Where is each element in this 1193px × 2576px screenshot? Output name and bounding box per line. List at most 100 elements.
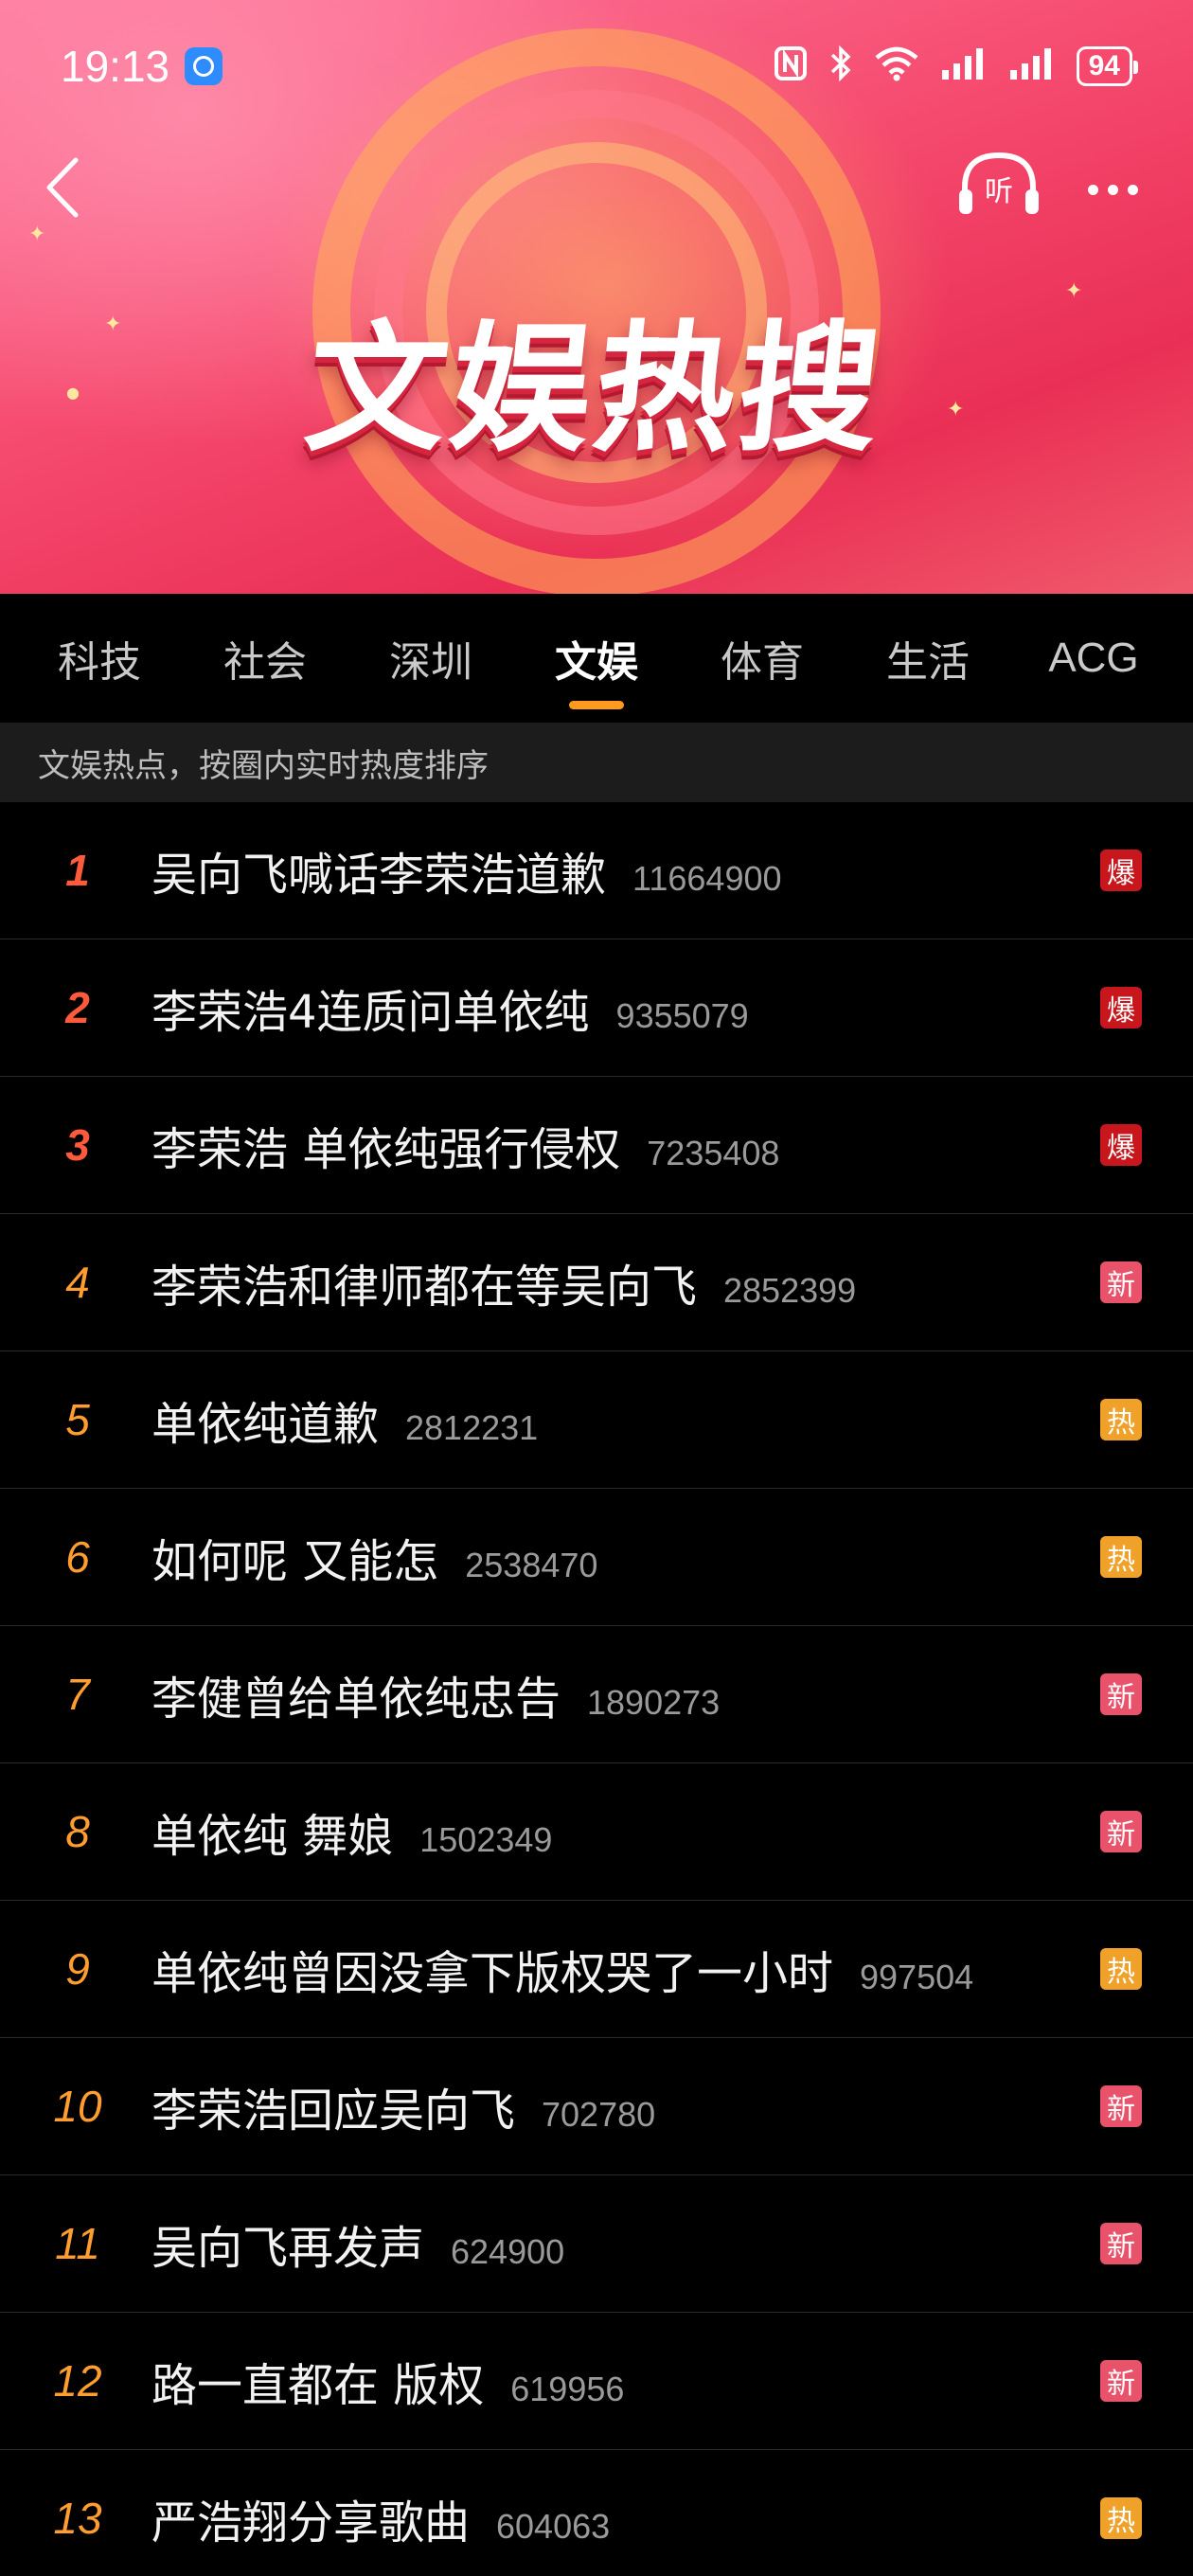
item-title: 吴向飞再发声	[151, 2222, 425, 2275]
tab-label: 科技	[58, 638, 141, 687]
item-title: 李荣浩和律师都在等吴向飞	[151, 1261, 698, 1314]
status-badge: 热	[1100, 1399, 1142, 1440]
tab-label: 文娱	[555, 638, 638, 687]
rank-number: 11	[55, 2219, 100, 2268]
item-text: 路一直都在 版权 619956	[151, 2348, 624, 2414]
status-badge: 爆	[1100, 987, 1142, 1029]
rank-number: 9	[65, 1944, 90, 1994]
item-text: 如何呢 又能怎 2538470	[151, 1524, 597, 1590]
rank-number: 13	[53, 2494, 102, 2543]
list-item[interactable]: 12 路一直都在 版权 619956 新	[0, 2313, 1193, 2450]
list-item[interactable]: 7 李健曾给单依纯忠告 1890273 新	[0, 1626, 1193, 1763]
item-text: 单依纯曾因没拿下版权哭了一小时 997504	[151, 1936, 973, 2002]
bluetooth-icon	[828, 45, 853, 88]
back-button[interactable]	[34, 152, 91, 224]
item-text: 李荣浩回应吴向飞 702780	[151, 2073, 655, 2139]
tab-sports[interactable]: 体育	[691, 594, 833, 723]
list-item[interactable]: 13 严浩翔分享歌曲 604063 热	[0, 2450, 1193, 2576]
item-title: 路一直都在 版权	[151, 2359, 485, 2412]
item-text: 单依纯道歉 2812231	[151, 1386, 538, 1453]
item-text: 李荣浩和律师都在等吴向飞 2852399	[151, 1249, 856, 1315]
page-title: 文娱热搜	[298, 308, 892, 471]
list-item[interactable]: 5 单依纯道歉 2812231 热	[0, 1351, 1193, 1489]
rank-number: 3	[65, 1120, 90, 1170]
listen-button[interactable]: 听	[952, 147, 1046, 223]
item-title: 单依纯道歉	[151, 1398, 380, 1451]
list-item[interactable]: 9 单依纯曾因没拿下版权哭了一小时 997504 热	[0, 1901, 1193, 2038]
tab-shenzhen[interactable]: 深圳	[360, 594, 502, 723]
tab-tech[interactable]: 科技	[28, 594, 170, 723]
rank-number: 5	[65, 1395, 90, 1444]
tab-label: 社会	[223, 638, 307, 687]
battery-indicator: 94	[1076, 46, 1139, 86]
heat-count: 619956	[510, 2370, 625, 2408]
item-text: 吴向飞喊话李荣浩道歉 11664900	[151, 837, 782, 903]
heat-count: 11664900	[632, 859, 782, 898]
more-dot-icon	[1087, 184, 1098, 195]
hot-search-list: 1 吴向飞喊话李荣浩道歉 11664900 爆 2 李荣浩4连质问单依纯 9355079 爆 3…	[0, 802, 1193, 2576]
heat-count: 1890273	[587, 1683, 721, 1722]
wifi-icon	[874, 45, 919, 87]
heat-count: 2852399	[723, 1271, 857, 1310]
rank-number: 10	[53, 2082, 102, 2131]
heat-count: 7235408	[647, 1134, 780, 1172]
rank-number: 8	[65, 1807, 90, 1856]
list-item[interactable]: 1 吴向飞喊话李荣浩道歉 11664900 爆	[0, 802, 1193, 939]
item-title: 单依纯 舞娘	[151, 1810, 394, 1863]
item-title: 李健曾给单依纯忠告	[151, 1673, 561, 1726]
sparkle-icon: ✦	[28, 223, 46, 246]
item-title: 严浩翔分享歌曲	[151, 2496, 471, 2549]
more-button[interactable]	[1070, 156, 1155, 223]
list-description: 文娱热点，按圈内实时热度排序	[0, 723, 1193, 802]
list-item[interactable]: 4 李荣浩和律师都在等吴向飞 2852399 新	[0, 1214, 1193, 1351]
rank-number: 7	[65, 1670, 90, 1719]
more-dot-icon	[1107, 184, 1118, 195]
item-title: 李荣浩4连质问单依纯	[151, 986, 590, 1039]
item-text: 严浩翔分享歌曲 604063	[151, 2485, 610, 2551]
tab-label: 深圳	[389, 638, 472, 687]
status-badge: 热	[1100, 1948, 1142, 1990]
tab-label: 体育	[721, 638, 804, 687]
signal-icon	[1008, 45, 1056, 87]
item-text: 李荣浩4连质问单依纯 9355079	[151, 975, 749, 1041]
status-badge: 爆	[1100, 1124, 1142, 1166]
status-time: 19:13	[61, 42, 170, 91]
item-title: 吴向飞喊话李荣浩道歉	[151, 849, 607, 902]
heat-count: 997504	[860, 1958, 974, 1996]
tab-acg[interactable]: ACG	[1023, 594, 1165, 723]
more-dot-icon	[1127, 184, 1138, 195]
heat-count: 624900	[451, 2232, 565, 2271]
status-bar: 19:13 94	[0, 0, 1193, 133]
tab-life[interactable]: 生活	[857, 594, 999, 723]
rank-number: 1	[65, 846, 90, 895]
status-badge: 新	[1100, 1673, 1142, 1715]
heat-count: 702780	[542, 2095, 656, 2134]
status-badge: 新	[1100, 2223, 1142, 2264]
list-item[interactable]: 10 李荣浩回应吴向飞 702780 新	[0, 2038, 1193, 2175]
status-badge: 新	[1100, 1811, 1142, 1852]
tab-label: ACG	[1048, 635, 1139, 681]
tab-society[interactable]: 社会	[194, 594, 336, 723]
heat-count: 9355079	[615, 996, 749, 1035]
item-text: 吴向飞再发声 624900	[151, 2210, 564, 2277]
status-badge: 新	[1100, 2360, 1142, 2402]
tab-label: 生活	[886, 638, 970, 687]
rank-number: 4	[65, 1258, 90, 1307]
list-item[interactable]: 6 如何呢 又能怎 2538470 热	[0, 1489, 1193, 1626]
chevron-left-icon	[46, 157, 79, 218]
heat-count: 604063	[496, 2507, 611, 2546]
list-item[interactable]: 11 吴向飞再发声 624900 新	[0, 2175, 1193, 2313]
app-notification-icon	[185, 47, 223, 85]
rank-number: 12	[53, 2356, 102, 2406]
list-item[interactable]: 3 李荣浩 单依纯强行侵权 7235408 爆	[0, 1077, 1193, 1214]
list-item[interactable]: 8 单依纯 舞娘 1502349 新	[0, 1763, 1193, 1901]
item-text: 李健曾给单依纯忠告 1890273	[151, 1661, 720, 1727]
tab-entertainment[interactable]: 文娱	[525, 594, 668, 723]
rank-number: 2	[65, 983, 90, 1032]
signal-icon	[940, 45, 988, 87]
active-tab-indicator	[569, 701, 624, 709]
item-title: 李荣浩回应吴向飞	[151, 2084, 516, 2138]
item-title: 李荣浩 单依纯强行侵权	[151, 1123, 621, 1176]
list-item[interactable]: 2 李荣浩4连质问单依纯 9355079 爆	[0, 939, 1193, 1077]
rank-number: 6	[65, 1532, 90, 1582]
